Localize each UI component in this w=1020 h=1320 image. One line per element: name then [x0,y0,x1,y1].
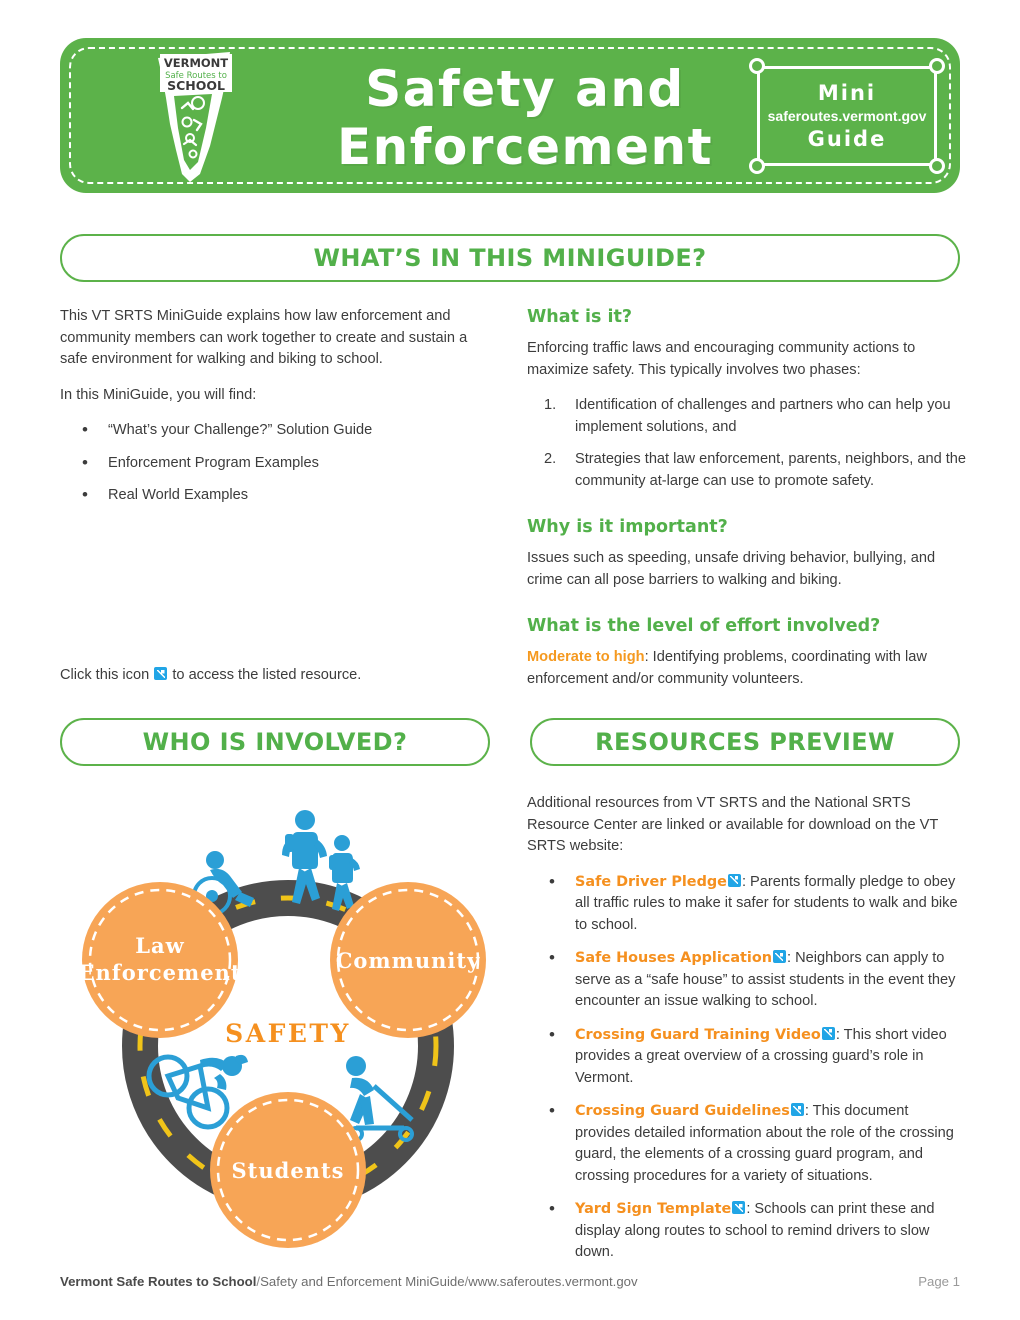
level-of-effort-body: Moderate to high: Identifying problems, … [527,647,967,690]
list-item: Strategies that law enforcement, parents… [544,449,967,489]
external-link-icon[interactable] [772,950,786,963]
list-item: Identification of challenges and partner… [544,395,951,435]
resource-title[interactable]: Yard Sign Template [575,1201,731,1217]
external-link-icon[interactable] [732,1201,746,1214]
header-banner: VERMONT Safe Routes to SCHOOL Safety and… [60,38,960,193]
why-important-heading: Why is it important? [527,517,728,537]
find-lead: In this MiniGuide, you will find: [60,386,257,403]
resources-list: Safe Driver Pledge: Parents formally ple… [527,871,967,1264]
what-is-it-steps-list: Identification of challenges and partner… [527,395,967,492]
node-law-enforcement-label-line2: Enforcement [78,960,241,985]
right-column: What is it? Enforcing traffic laws and e… [527,306,967,704]
effort-level-badge: Moderate to high [527,649,645,665]
click-note-after: to access the listed resource. [172,667,362,683]
click-note-before: Click this icon [60,667,150,683]
banner-title-line2: Enforcement [336,118,714,176]
footer-page-number: Page 1 [918,1274,960,1289]
external-link-icon[interactable] [821,1026,835,1040]
section-header-label: WHAT’S IN THIS MINIGUIDE? [313,244,707,272]
intro-paragraph: This VT SRTS MiniGuide explains how law … [60,308,468,367]
section-header-label: WHO IS INVOLVED? [142,728,408,756]
section-header-resources-preview: RESOURCES PREVIEW [530,718,960,766]
list-item[interactable]: Crossing Guard Training Video: This shor… [527,1024,967,1090]
badge-url-label: saferoutes.vermont.gov [767,108,927,124]
section-header-label: RESOURCES PREVIEW [595,728,895,756]
list-item: Real World Examples [60,484,480,507]
section-header-whats-in-this-miniguide: WHAT’S IN THIS MINIGUIDE? [60,234,960,282]
resource-title[interactable]: Crossing Guard Training Video [575,1027,821,1043]
safety-diagram: Law Enforcement Community Students SAFET… [60,798,515,1268]
list-item[interactable]: Crossing Guard Guidelines: This document… [527,1100,967,1187]
what-is-it-body: Enforcing traffic laws and encouraging c… [527,340,916,378]
section-header-who-is-involved: WHO IS INVOLVED? [60,718,490,766]
click-icon-note: Click this icon to access the listed res… [60,665,361,687]
what-is-it-heading: What is it? [527,307,633,327]
resources-intro: Additional resources from VT SRTS and th… [527,795,939,854]
page-footer: Vermont Safe Routes to School / Safety a… [60,1274,960,1289]
banner-title: Safety and Enforcement [290,60,760,176]
miniguide-page: VERMONT Safe Routes to SCHOOL Safety and… [0,0,1020,1320]
banner-title-line1: Safety and [365,60,685,118]
logo-line3: SCHOOL [167,78,225,93]
find-items-list: “What’s your Challenge?” Solution Guide … [60,419,480,507]
badge-mini-label: Mini [817,81,877,105]
why-important-body: Issues such as speeding, unsafe driving … [527,550,936,588]
mini-guide-badge: Mini saferoutes.vermont.gov Guide [749,58,945,174]
list-item[interactable]: Safe Driver Pledge: Parents formally ple… [527,871,967,937]
footer-url: www.saferoutes.vermont.gov [468,1274,638,1289]
node-students-label: Students [232,1158,345,1183]
footer-doc: Safety and Enforcement MiniGuide [260,1274,465,1289]
resources-column: Additional resources from VT SRTS and th… [527,793,967,1276]
external-link-icon[interactable] [790,1103,804,1116]
external-link-icon[interactable] [727,873,741,887]
list-item[interactable]: Safe Houses Application: Neighbors can a… [527,947,967,1013]
logo-line1: VERMONT [164,56,228,70]
node-community-label: Community [336,948,481,973]
footer-org: Vermont Safe Routes to School [60,1274,257,1289]
list-item[interactable]: Yard Sign Template: Schools can print th… [527,1198,967,1264]
node-law-enforcement-label-line1: Law [135,933,184,958]
scooter-rider-icon [346,1056,414,1142]
list-item: “What’s your Challenge?” Solution Guide [60,419,480,442]
diagram-center-label: SAFETY [225,1019,351,1048]
resource-title[interactable]: Crossing Guard Guidelines [575,1103,790,1119]
list-item: Enforcement Program Examples [60,452,480,475]
resource-title[interactable]: Safe Driver Pledge [575,874,727,890]
external-link-icon[interactable] [154,667,168,680]
left-column: This VT SRTS MiniGuide explains how law … [60,306,480,518]
vermont-srts-logo: VERMONT Safe Routes to SCHOOL [138,50,248,185]
resource-title[interactable]: Safe Houses Application [575,950,772,966]
badge-guide-label: Guide [807,127,887,151]
level-of-effort-heading: What is the level of effort involved? [527,616,881,636]
